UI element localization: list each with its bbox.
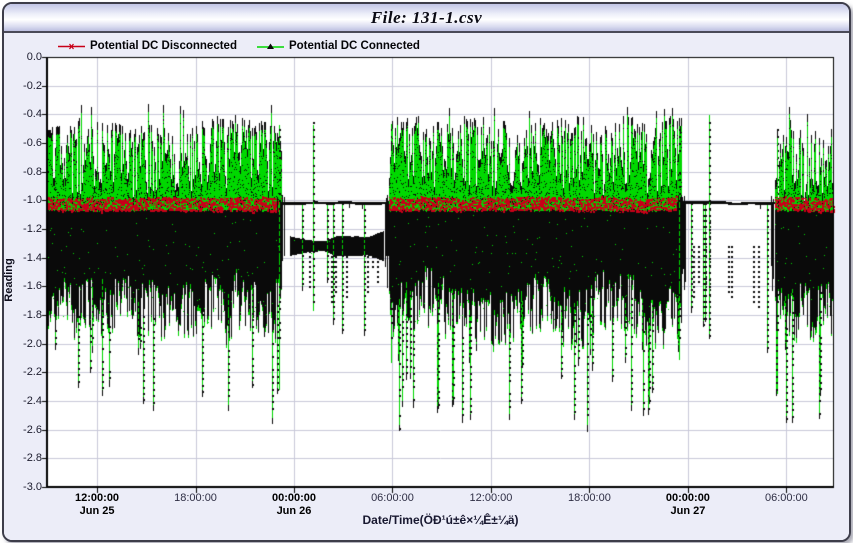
y-tick-label: -0.4	[0, 108, 42, 120]
legend: Potential DC Disconnected Potential DC C…	[58, 40, 420, 52]
chart-window: File: 131-1.csv	[2, 2, 851, 542]
y-tick-label: -3.0	[0, 481, 42, 493]
legend-item-disconnected: Potential DC Disconnected	[58, 40, 237, 52]
legend-label-connected: Potential DC Connected	[289, 40, 420, 52]
legend-item-connected: Potential DC Connected	[257, 40, 420, 52]
x-tick-time: 00:00:00	[256, 492, 332, 504]
x-tick-time: 12:00:00	[453, 492, 529, 504]
title-bar: File: 131-1.csv	[4, 4, 849, 33]
y-tick-label: -1.6	[0, 280, 42, 292]
x-tick-time: 00:00:00	[650, 492, 726, 504]
y-tick-label: -1.4	[0, 252, 42, 264]
chart-background	[4, 33, 849, 540]
y-tick-label: -0.6	[0, 137, 42, 149]
y-tick-label: -0.8	[0, 166, 42, 178]
window-title: File: 131-1.csv	[371, 8, 482, 28]
x-tick-time: 06:00:00	[748, 492, 824, 504]
y-tick-label: -2.0	[0, 338, 42, 350]
y-tick-label: -0.2	[0, 80, 42, 92]
x-tick-date: Jun 27	[650, 505, 726, 517]
y-tick-label: 0.0	[0, 51, 42, 63]
y-tick-label: -2.8	[0, 452, 42, 464]
x-tick-date: Jun 26	[256, 505, 332, 517]
legend-label-disconnected: Potential DC Disconnected	[90, 40, 237, 52]
x-tick-date: Jun 25	[59, 505, 135, 517]
x-tick-time: 12:00:00	[59, 492, 135, 504]
screenshot-root: File: 131-1.csv Potential DC Disconnecte…	[0, 0, 853, 543]
x-tick-time: 06:00:00	[354, 492, 430, 504]
green-line-triangle-marker-icon	[257, 42, 284, 51]
y-tick-label: -1.0	[0, 194, 42, 206]
x-tick-time: 18:00:00	[158, 492, 234, 504]
y-tick-label: -1.2	[0, 223, 42, 235]
y-tick-label: -1.8	[0, 309, 42, 321]
y-tick-label: -2.6	[0, 424, 42, 436]
y-tick-label: -2.4	[0, 395, 42, 407]
red-line-x-marker-icon	[58, 42, 85, 51]
y-tick-label: -2.2	[0, 366, 42, 378]
x-tick-time: 18:00:00	[551, 492, 627, 504]
